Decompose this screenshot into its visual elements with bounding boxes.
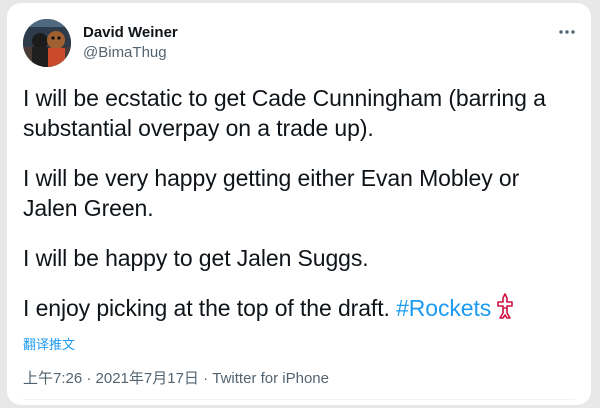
divider	[23, 399, 575, 400]
avatar-image	[23, 19, 71, 67]
tweet-text: I will be ecstatic to get Cade Cunningha…	[23, 83, 579, 326]
hashtag-link[interactable]: #Rockets	[396, 295, 491, 321]
ellipsis-icon[interactable]	[557, 25, 577, 39]
tweet-paragraph: I will be ecstatic to get Cade Cunningha…	[23, 85, 553, 141]
tweet-paragraph: I will be very happy getting either Evan…	[23, 165, 526, 221]
author-display-name[interactable]: David Weiner	[83, 23, 178, 43]
rockets-logo-icon	[495, 293, 515, 326]
tweet-meta: 上午7:26 · 2021年7月17日 · Twitter for iPhone	[23, 367, 329, 388]
translate-tweet-link[interactable]: 翻译推文	[23, 334, 75, 353]
tweet-card: David Weiner @BimaThug I will be ecstati…	[7, 3, 591, 405]
tweet-author: David Weiner @BimaThug	[83, 23, 178, 63]
author-handle[interactable]: @BimaThug	[83, 43, 178, 63]
tweet-paragraph-last: I enjoy picking at the top of the draft.…	[23, 293, 579, 326]
avatar[interactable]	[23, 19, 71, 67]
tweet-paragraph: I will be happy to get Jalen Suggs.	[23, 245, 369, 271]
tweet-source[interactable]: Twitter for iPhone	[212, 370, 329, 387]
tweet-timestamp[interactable]: 上午7:26 · 2021年7月17日 ·	[23, 370, 212, 387]
tweet-last-line-text: I enjoy picking at the top of the draft.	[23, 295, 397, 321]
